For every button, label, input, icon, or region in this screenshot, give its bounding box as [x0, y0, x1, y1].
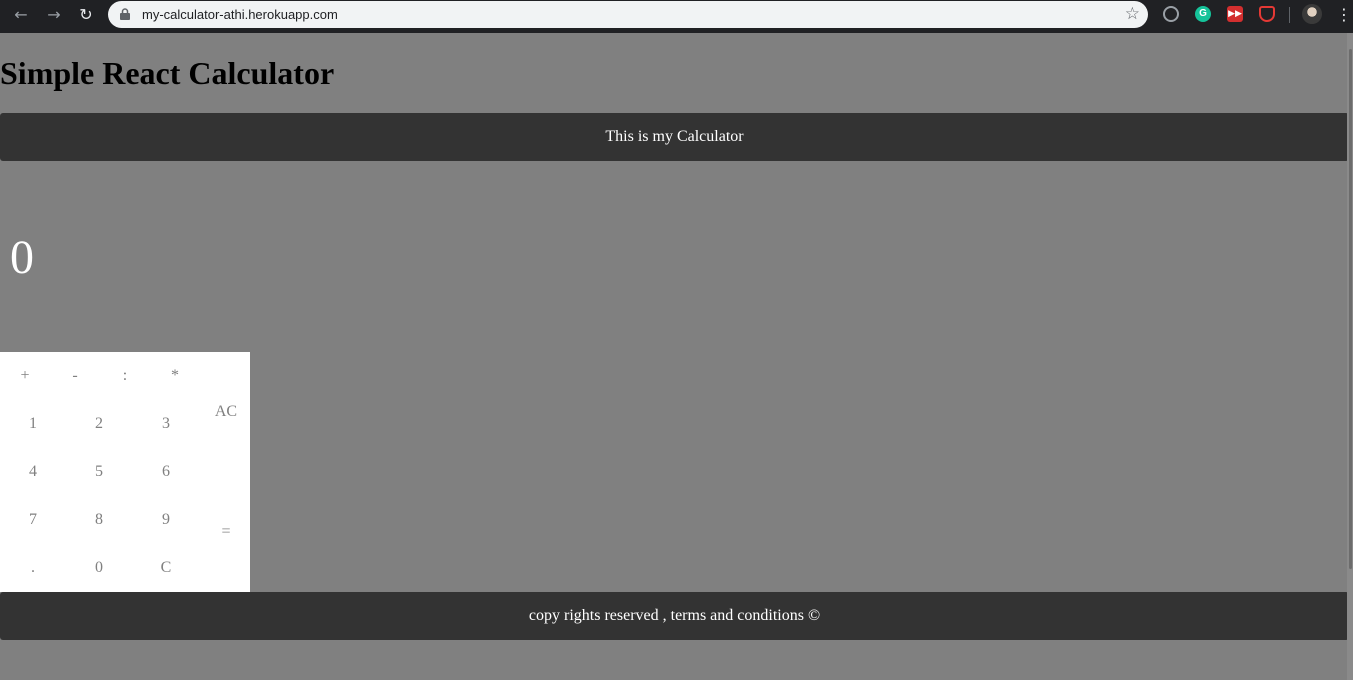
digit-2-button[interactable]: 2 — [66, 410, 132, 438]
digit-6-button[interactable]: 6 — [133, 458, 199, 486]
digit-9-button[interactable]: 9 — [133, 506, 199, 534]
lock-icon — [120, 8, 130, 20]
more-menu-icon[interactable]: ⋮ — [1336, 4, 1352, 26]
divide-button[interactable]: : — [100, 362, 150, 390]
back-arrow-icon[interactable]: ← — [9, 4, 33, 26]
multiply-button[interactable]: * — [150, 362, 200, 390]
digit-7-button[interactable]: 7 — [0, 506, 66, 534]
digit-3-button[interactable]: 3 — [133, 410, 199, 438]
page-title: Simple React Calculator — [0, 55, 335, 91]
bookmark-star-icon[interactable]: ☆ — [1125, 3, 1140, 25]
url-text[interactable]: my-calculator-athi.herokuapp.com — [142, 1, 338, 28]
equals-button[interactable]: = — [202, 518, 250, 546]
scrollbar-thumb[interactable] — [1349, 49, 1352, 569]
digit-5-button[interactable]: 5 — [66, 458, 132, 486]
toolbar-divider — [1289, 7, 1290, 23]
clear-all-button[interactable]: AC — [202, 398, 250, 426]
extension-circle-icon[interactable] — [1163, 6, 1179, 22]
page-scrollbar[interactable] — [1347, 33, 1353, 680]
decimal-point-button[interactable]: . — [0, 554, 66, 582]
browser-toolbar: ← → ↻ my-calculator-athi.herokuapp.com ☆… — [0, 0, 1353, 33]
fast-forward-extension-icon[interactable]: ▶▶ — [1227, 6, 1243, 22]
digit-8-button[interactable]: 8 — [66, 506, 132, 534]
calculator-display: 0 — [10, 231, 34, 284]
forward-arrow-icon[interactable]: → — [42, 4, 66, 26]
plus-button[interactable]: + — [0, 362, 50, 390]
reload-icon[interactable]: ↻ — [74, 4, 98, 26]
shield-extension-icon[interactable] — [1259, 6, 1275, 22]
calculator-keypad: + - : * AC 1 2 3 4 5 6 7 8 9 = . 0 C — [0, 352, 250, 592]
grammarly-extension-icon[interactable]: G — [1195, 6, 1211, 22]
profile-avatar[interactable] — [1302, 4, 1322, 24]
address-bar[interactable]: my-calculator-athi.herokuapp.com ☆ — [108, 1, 1148, 28]
clear-button[interactable]: C — [133, 554, 199, 582]
digit-4-button[interactable]: 4 — [0, 458, 66, 486]
header-bar: This is my Calculator — [0, 113, 1349, 161]
digit-0-button[interactable]: 0 — [66, 554, 132, 582]
footer-bar: copy rights reserved , terms and conditi… — [0, 592, 1349, 640]
minus-button[interactable]: - — [50, 362, 100, 390]
digit-1-button[interactable]: 1 — [0, 410, 66, 438]
